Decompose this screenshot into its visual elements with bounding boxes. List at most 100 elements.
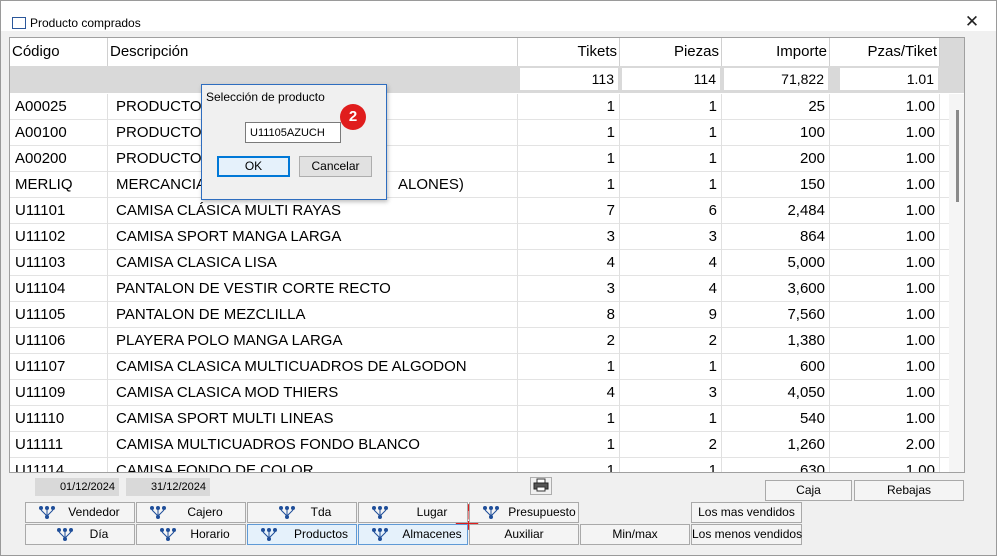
- lugar-button[interactable]: Lugar: [358, 502, 468, 523]
- menos-vendidos-button[interactable]: Los menos vendidos: [691, 524, 802, 545]
- caja-label: Caja: [796, 483, 821, 497]
- table-row[interactable]: U11107 CAMISA CLASICA MULTICUADROS DE ALG…: [10, 354, 964, 380]
- table-row[interactable]: U11106 PLAYERA POLO MANGA LARGA 2 2 1,380 1.0…: [10, 328, 964, 354]
- network-icon: [261, 528, 277, 541]
- cajero-button[interactable]: Cajero: [136, 502, 246, 523]
- column-header-description[interactable]: Descripción: [108, 38, 518, 66]
- cell-description: CAMISA CLÁSICA MULTI RAYAS: [108, 198, 518, 224]
- auxiliar-label: Auxiliar: [504, 527, 544, 541]
- window-title: Producto comprados: [30, 16, 141, 30]
- cell-pieces-per-ticket: 1.00: [830, 172, 940, 198]
- network-icon: [372, 506, 388, 519]
- cell-tickets: 1: [518, 120, 620, 146]
- cell-code: U11105: [10, 302, 108, 328]
- caja-button[interactable]: Caja: [765, 480, 852, 501]
- table-row[interactable]: U11109 CAMISA CLASICA MOD THIERS 4 3 4,050 1.…: [10, 380, 964, 406]
- cell-pieces-per-ticket: 1.00: [830, 250, 940, 276]
- horario-label: Horario: [190, 527, 230, 541]
- cell-amount: 1,380: [722, 328, 830, 354]
- close-button[interactable]: ✕: [959, 11, 985, 33]
- cell-pieces-per-ticket: 1.00: [830, 302, 940, 328]
- cell-pieces: 1: [620, 172, 722, 198]
- cell-code: A00025: [10, 94, 108, 120]
- product-report-window: Producto comprados ✕ Código Descripción …: [0, 0, 997, 556]
- cell-tickets: 4: [518, 250, 620, 276]
- cell-amount: 3,600: [722, 276, 830, 302]
- presupuesto-button[interactable]: Presupuesto: [469, 502, 579, 523]
- table-row[interactable]: MERLIQ MERCANCIA 1 1 150 1.00 ALONES): [10, 172, 964, 198]
- presupuesto-label: Presupuesto: [508, 505, 576, 519]
- mas-vendidos-label: Los mas vendidos: [698, 505, 795, 519]
- cell-description: PLAYERA POLO MANGA LARGA: [108, 328, 518, 354]
- cell-tickets: 3: [518, 276, 620, 302]
- horario-button[interactable]: Horario: [136, 524, 246, 545]
- dia-button[interactable]: Día: [25, 524, 135, 545]
- vertical-scrollbar[interactable]: [949, 94, 964, 472]
- scrollbar-thumb[interactable]: [956, 110, 959, 202]
- column-header-pieces[interactable]: Piezas: [620, 38, 722, 66]
- cell-pieces-per-ticket: 1.00: [830, 406, 940, 432]
- cell-pieces: 3: [620, 224, 722, 250]
- column-header-tickets[interactable]: Tikets: [518, 38, 620, 66]
- cell-tickets: 1: [518, 172, 620, 198]
- cell-amount: 630: [722, 458, 830, 472]
- header-filler: [940, 38, 964, 66]
- cell-pieces-per-ticket: 2.00: [830, 432, 940, 458]
- network-icon: [39, 506, 55, 519]
- mas-vendidos-button[interactable]: Los mas vendidos: [691, 502, 802, 523]
- cell-amount: 25: [722, 94, 830, 120]
- step-marker-2: 2: [340, 104, 366, 130]
- vendedor-button[interactable]: Vendedor: [25, 502, 135, 523]
- cell-tickets: 1: [518, 432, 620, 458]
- cell-pieces-per-ticket: 1.00: [830, 354, 940, 380]
- column-header-code[interactable]: Código: [10, 38, 108, 66]
- table-row[interactable]: U11111 CAMISA MULTICUADROS FONDO BLANCO 1 2…: [10, 432, 964, 458]
- table-row[interactable]: A00025 PRODUCTO 1 1 25 1.00: [10, 94, 964, 120]
- cancel-button[interactable]: Cancelar: [299, 156, 372, 177]
- date-from[interactable]: 01/12/2024: [35, 478, 119, 496]
- column-header-pieces-per-ticket[interactable]: Pzas/Tiket: [830, 38, 940, 66]
- cell-description: CAMISA MULTICUADROS FONDO BLANCO: [108, 432, 518, 458]
- menos-vendidos-label: Los menos vendidos: [692, 527, 803, 541]
- almacenes-button[interactable]: Almacenes: [358, 524, 468, 545]
- cell-pieces: 9: [620, 302, 722, 328]
- table-row[interactable]: A00100 PRODUCTO 1 1 100 1.00: [10, 120, 964, 146]
- tda-button[interactable]: Tda: [247, 502, 357, 523]
- table-row[interactable]: U11103 CAMISA CLASICA LISA 4 4 5,000 1.00: [10, 250, 964, 276]
- minmax-button[interactable]: Min/max: [580, 524, 690, 545]
- auxiliar-button[interactable]: Auxiliar: [469, 524, 579, 545]
- product-code-input[interactable]: [245, 122, 341, 143]
- products-table[interactable]: Código Descripción Tikets Piezas Importe…: [9, 37, 965, 473]
- table-row[interactable]: U11114 CAMISA FONDO DE COLOR 1 1 630 1.00: [10, 458, 964, 472]
- table-row[interactable]: U11104 PANTALON DE VESTIR CORTE RECTO 3 4 3,…: [10, 276, 964, 302]
- cell-description: CAMISA FONDO DE COLOR: [108, 458, 518, 472]
- table-row[interactable]: A00200 PRODUCTO 1 1 200 1.00: [10, 146, 964, 172]
- cell-tickets: 1: [518, 146, 620, 172]
- cell-code: U11111: [10, 432, 108, 458]
- cell-code: U11101: [10, 198, 108, 224]
- table-row[interactable]: U11102 CAMISA SPORT MANGA LARGA 3 3 864 1.00: [10, 224, 964, 250]
- cell-code: U11107: [10, 354, 108, 380]
- column-header-amount[interactable]: Importe: [722, 38, 830, 66]
- lugar-label: Lugar: [416, 505, 448, 519]
- network-icon: [279, 506, 295, 519]
- network-icon: [372, 528, 388, 541]
- cell-code: U11104: [10, 276, 108, 302]
- network-icon: [57, 528, 73, 541]
- table-row[interactable]: U11110 CAMISA SPORT MULTI LINEAS 1 1 540 1.00: [10, 406, 964, 432]
- table-row[interactable]: U11101 CAMISA CLÁSICA MULTI RAYAS 7 6 2,484 1…: [10, 198, 964, 224]
- date-to[interactable]: 31/12/2024: [126, 478, 210, 496]
- cell-description: CAMISA CLASICA MULTICUADROS DE ALGODON: [108, 354, 518, 380]
- cell-amount: 540: [722, 406, 830, 432]
- table-row[interactable]: U11105 PANTALON DE MEZCLILLA 8 9 7,560 1.00: [10, 302, 964, 328]
- print-button[interactable]: [530, 477, 552, 495]
- cell-pieces: 1: [620, 458, 722, 472]
- cell-amount: 2,484: [722, 198, 830, 224]
- cell-code: U11102: [10, 224, 108, 250]
- ok-button[interactable]: OK: [217, 156, 290, 177]
- rebajas-button[interactable]: Rebajas: [854, 480, 964, 501]
- productos-button[interactable]: Productos: [247, 524, 357, 545]
- cell-code: U11110: [10, 406, 108, 432]
- cell-description: PANTALON DE MEZCLILLA: [108, 302, 518, 328]
- cell-pieces: 4: [620, 250, 722, 276]
